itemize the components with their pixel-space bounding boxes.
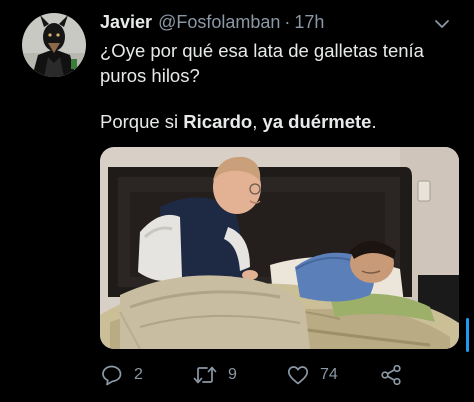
text-segment: Porque si <box>100 111 184 132</box>
reply-button[interactable]: 2 <box>100 362 143 388</box>
text-bold-ricardo: Ricardo <box>183 111 253 132</box>
reply-count: 2 <box>134 366 143 383</box>
chevron-down-icon <box>435 20 449 28</box>
more-options-button[interactable] <box>428 14 456 34</box>
tweet-text-line1: ¿Oye por qué esa lata de galletas tenía … <box>100 40 424 86</box>
avatar[interactable] <box>22 13 86 77</box>
separator-dot: · <box>284 12 291 32</box>
tweet-media-photo[interactable] <box>100 147 459 349</box>
photo-image <box>100 147 459 349</box>
retweet-button[interactable]: 9 <box>192 362 237 388</box>
tweet[interactable]: Javier @Fosfolamban · 17h ¿Oye por qué e… <box>0 0 474 402</box>
author-name[interactable]: Javier <box>100 12 152 33</box>
like-button[interactable]: 74 <box>286 362 338 388</box>
tweet-text-line2: Porque si Ricardo, ya duérmete. <box>100 109 460 134</box>
like-count: 74 <box>320 366 338 383</box>
tweet-actions: 2 9 74 <box>100 362 440 388</box>
retweet-icon <box>193 366 217 384</box>
text-segment: , <box>252 111 263 132</box>
share-icon <box>381 364 401 386</box>
author-handle[interactable]: @Fosfolamban <box>158 12 280 33</box>
text-bold-duermete: ya duérmete <box>262 111 372 132</box>
share-button[interactable] <box>379 362 403 388</box>
reply-icon <box>102 365 122 386</box>
scrollbar-thumb[interactable] <box>466 318 469 352</box>
retweet-count: 9 <box>228 366 237 383</box>
tweet-header: Javier @Fosfolamban · 17h <box>100 12 324 34</box>
heart-icon <box>287 366 309 385</box>
tweet-time[interactable]: 17h <box>294 12 324 33</box>
text-segment: . <box>371 111 377 132</box>
tweet-text: ¿Oye por qué esa lata de galletas tenía … <box>100 38 460 134</box>
